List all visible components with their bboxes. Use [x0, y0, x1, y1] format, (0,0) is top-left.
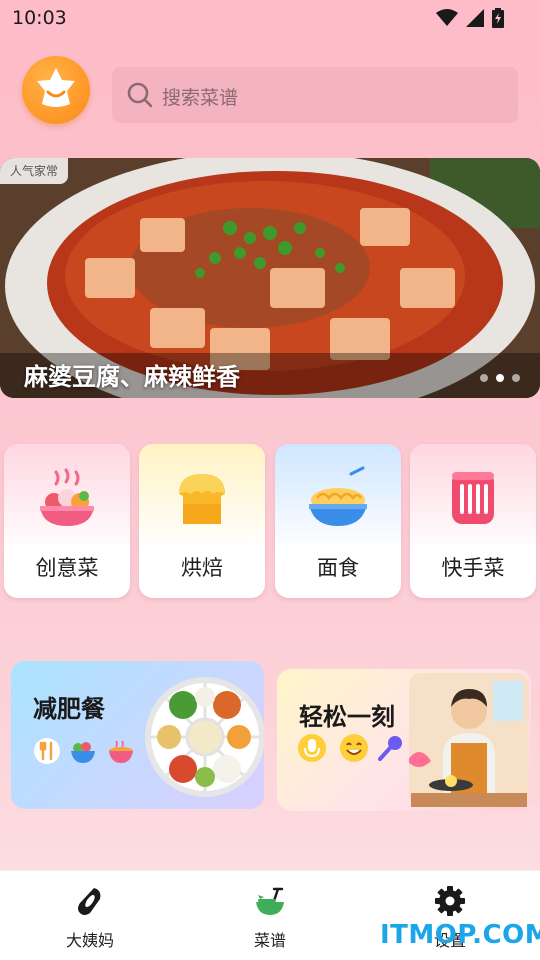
pad-icon	[78, 888, 101, 915]
banner-dot[interactable]	[480, 374, 488, 382]
watermark: ITMOP.COM	[380, 920, 540, 950]
chef-illustration	[409, 673, 529, 807]
feature-title: 减肥餐	[33, 695, 105, 723]
feature-diet-meal[interactable]: 减肥餐	[11, 661, 264, 809]
category-creative[interactable]: 创意菜	[4, 444, 130, 598]
status-time: 10:03	[12, 7, 67, 29]
category-label: 烘焙	[181, 556, 223, 580]
feature-title: 轻松一刻	[299, 703, 395, 731]
star-face-icon	[37, 68, 75, 107]
karaoke-mic-icon	[378, 736, 402, 761]
meal-plate-image	[145, 677, 264, 797]
soup-bowl-icon	[109, 740, 133, 763]
category-label: 创意菜	[35, 556, 99, 580]
category-noodles[interactable]: 面食	[275, 444, 401, 598]
status-bar: 10:03	[0, 0, 540, 36]
salad-bowl-icon	[40, 468, 94, 526]
noodle-bowl-icon	[309, 466, 367, 526]
wifi-icon	[436, 9, 458, 26]
banner-carousel[interactable]: 人气家常 麻婆豆腐、麻辣鲜香	[0, 158, 540, 398]
nav-item-period[interactable]: 大姨妈	[30, 871, 150, 960]
bread-icon	[179, 474, 225, 524]
battery-icon	[492, 8, 504, 28]
feature-relax-moment[interactable]: 轻松一刻	[277, 669, 531, 811]
status-icons	[436, 8, 504, 28]
nav-item-recipes[interactable]: 菜谱	[210, 871, 330, 960]
banner-pagination	[480, 374, 520, 382]
signal-icon	[466, 9, 484, 27]
search-input[interactable]: 搜索菜谱	[112, 67, 518, 123]
quick-dish-icon	[452, 472, 494, 524]
microphone-icon	[298, 734, 326, 762]
fork-knife-icon	[34, 738, 60, 764]
nav-label: 菜谱	[253, 931, 286, 950]
veggie-bowl-icon	[71, 742, 95, 763]
category-quick[interactable]: 快手菜	[410, 444, 536, 598]
app-logo[interactable]	[22, 56, 90, 124]
banner-tag: 人气家常	[0, 158, 69, 184]
search-placeholder: 搜索菜谱	[162, 87, 239, 109]
smile-icon	[340, 734, 368, 762]
category-label: 面食	[317, 556, 359, 580]
banner-dot-active[interactable]	[496, 374, 504, 382]
category-label: 快手菜	[441, 556, 505, 580]
category-baking[interactable]: 烘焙	[139, 444, 265, 598]
search-icon	[127, 82, 153, 108]
gear-icon	[435, 886, 465, 916]
banner-dot[interactable]	[512, 374, 520, 382]
recipe-bowl-icon	[256, 887, 284, 915]
nav-label: 大姨妈	[65, 931, 114, 950]
banner-caption: 麻婆豆腐、麻辣鲜香	[24, 363, 240, 391]
